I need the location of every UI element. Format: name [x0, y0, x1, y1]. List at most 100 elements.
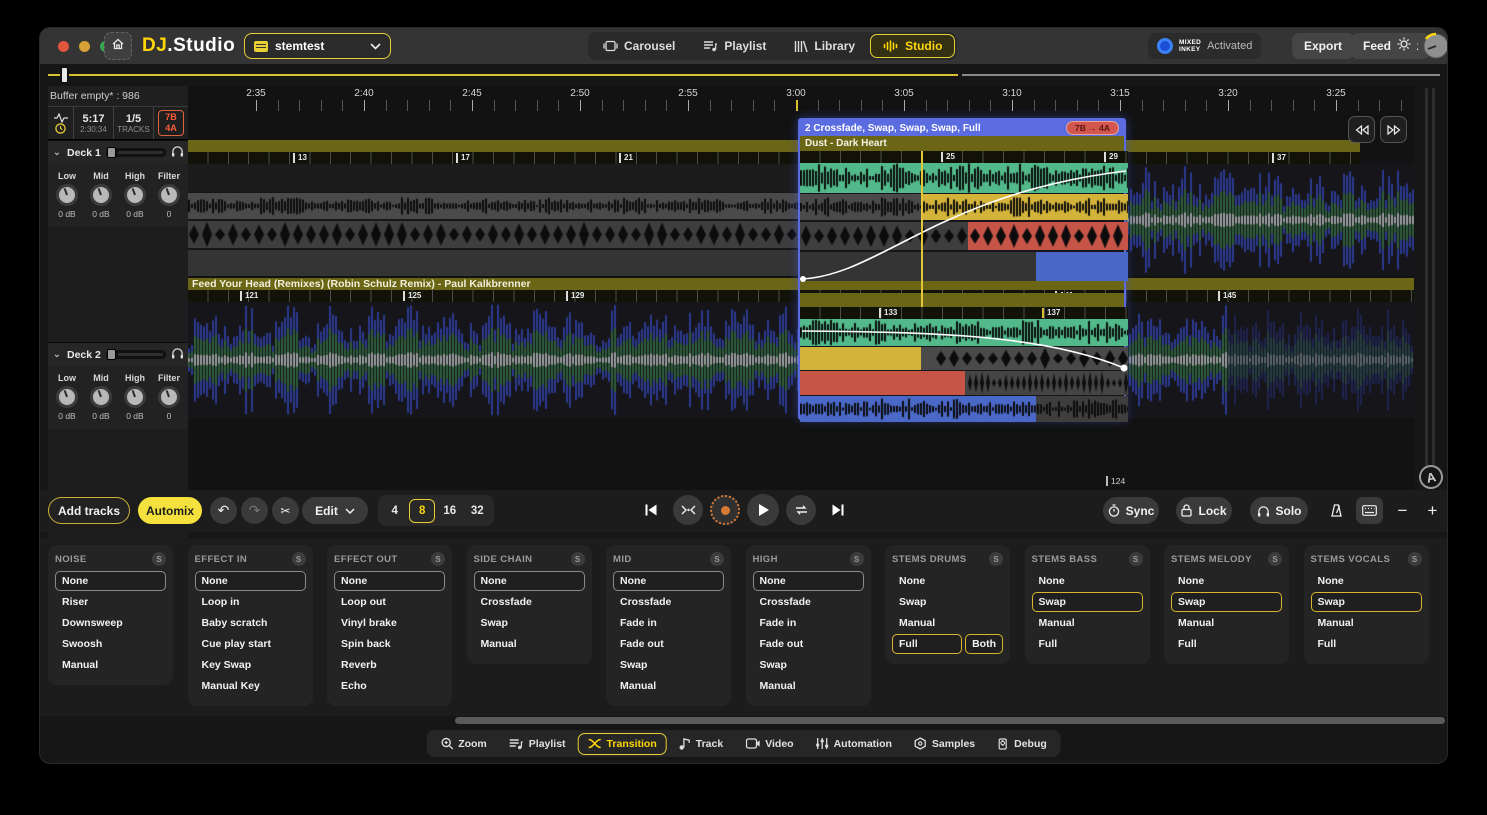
deck1-knob-mid[interactable]: Mid 0 dB: [90, 171, 112, 219]
deck2-knob-low[interactable]: Low 0 dB: [56, 373, 78, 421]
zoom-in-button[interactable]: +: [1419, 497, 1446, 524]
option-fade-out[interactable]: Fade out: [613, 634, 724, 654]
option-none[interactable]: None: [1171, 571, 1282, 591]
loop-button[interactable]: [786, 495, 816, 525]
mix-overview-strip[interactable]: [40, 64, 1447, 86]
filter-knob[interactable]: [158, 386, 180, 408]
option-echo[interactable]: Echo: [334, 676, 445, 696]
add-tracks-button[interactable]: Add tracks: [48, 497, 130, 524]
solo-badge[interactable]: S: [989, 552, 1003, 566]
option-swap[interactable]: Swap: [613, 655, 724, 675]
tab-studio[interactable]: Studio: [870, 34, 955, 58]
grid-size-8[interactable]: 8: [409, 499, 435, 523]
option-crossfade[interactable]: Crossfade: [474, 592, 585, 612]
option-none[interactable]: None: [334, 571, 445, 591]
deck1-header[interactable]: ⌄ Deck 1: [48, 140, 188, 164]
option-manual[interactable]: Manual: [1171, 613, 1282, 633]
option-loop-out[interactable]: Loop out: [334, 592, 445, 612]
headphones-icon[interactable]: [171, 144, 184, 162]
headphones-icon[interactable]: [171, 346, 184, 364]
option-swap[interactable]: Swap: [753, 655, 864, 675]
redo-button[interactable]: ↷: [241, 497, 268, 524]
mid-knob[interactable]: [90, 386, 112, 408]
overlay-stems-outgoing[interactable]: [800, 319, 1128, 422]
option-manual[interactable]: Manual: [55, 655, 166, 675]
sync-button[interactable]: Sync: [1103, 497, 1159, 524]
tab-playlist[interactable]: Playlist: [690, 34, 779, 58]
option-full[interactable]: Full: [892, 634, 962, 654]
solo-badge[interactable]: S: [431, 552, 445, 566]
deck2-header[interactable]: ⌄ Deck 2: [48, 342, 188, 366]
option-manual[interactable]: Manual: [1032, 613, 1143, 633]
bottom-tab-samples[interactable]: Samples: [904, 733, 985, 755]
metronome-button[interactable]: [1323, 497, 1350, 524]
bottom-tab-transition[interactable]: Transition: [578, 733, 667, 755]
solo-badge[interactable]: S: [1129, 552, 1143, 566]
deck2-volume-slider[interactable]: [106, 350, 166, 359]
option-none[interactable]: None: [892, 571, 1003, 591]
overlay-stems-incoming[interactable]: [800, 163, 1128, 293]
edit-dropdown[interactable]: Edit: [302, 497, 368, 524]
option-manual[interactable]: Manual: [1311, 613, 1422, 633]
transition-overlay[interactable]: 2 Crossfade, Swap, Swap, Swap, Full 7B →…: [798, 118, 1126, 420]
high-knob[interactable]: [124, 386, 146, 408]
grid-size-16[interactable]: 16: [437, 499, 463, 523]
solo-badge[interactable]: S: [571, 552, 585, 566]
option-loop-in[interactable]: Loop in: [195, 592, 306, 612]
low-knob[interactable]: [56, 386, 78, 408]
option-crossfade[interactable]: Crossfade: [613, 592, 724, 612]
option-reverb[interactable]: Reverb: [334, 655, 445, 675]
project-selector[interactable]: stemtest: [244, 33, 391, 59]
deck1-volume-slider[interactable]: [106, 148, 166, 157]
jump-to-playhead-button[interactable]: [673, 495, 703, 525]
option-full[interactable]: Full: [1171, 634, 1282, 654]
mixed-in-key-badge[interactable]: MIXEDINKEY Activated: [1148, 33, 1261, 59]
fast-forward-button[interactable]: [1380, 116, 1407, 143]
deck2-knob-mid[interactable]: Mid 0 dB: [90, 373, 112, 421]
option-both[interactable]: Both: [965, 634, 1003, 654]
solo-button[interactable]: Solo: [1250, 497, 1308, 524]
option-manual[interactable]: Manual: [474, 634, 585, 654]
solo-badge[interactable]: S: [152, 552, 166, 566]
solo-badge[interactable]: S: [292, 552, 306, 566]
traffic-close-button[interactable]: [58, 41, 69, 52]
play-button[interactable]: [747, 494, 779, 526]
deck1-knob-low[interactable]: Low 0 dB: [56, 171, 78, 219]
zoom-out-button[interactable]: −: [1389, 497, 1416, 524]
option-downsweep[interactable]: Downsweep: [55, 613, 166, 633]
high-knob[interactable]: [124, 184, 146, 206]
option-fade-in[interactable]: Fade in: [613, 613, 724, 633]
chevron-down-icon[interactable]: ⌄: [52, 349, 62, 360]
mid-knob[interactable]: [90, 184, 112, 206]
option-swoosh[interactable]: Swoosh: [55, 634, 166, 654]
option-swap[interactable]: Swap: [1032, 592, 1143, 612]
horizontal-scrollbar[interactable]: [455, 717, 1445, 724]
option-key-swap[interactable]: Key Swap: [195, 655, 306, 675]
option-manual-key[interactable]: Manual Key: [195, 676, 306, 696]
option-manual[interactable]: Manual: [892, 613, 1003, 633]
option-fade-out[interactable]: Fade out: [753, 634, 864, 654]
skip-end-button[interactable]: [823, 495, 853, 525]
undo-button[interactable]: ↶: [210, 497, 237, 524]
tab-carousel[interactable]: Carousel: [590, 34, 688, 58]
grid-size-4[interactable]: 4: [382, 499, 408, 523]
bottom-tab-debug[interactable]: Debug: [987, 733, 1057, 755]
grid-size-32[interactable]: 32: [464, 499, 490, 523]
overview-scrub-handle[interactable]: [60, 66, 69, 84]
low-knob[interactable]: [56, 184, 78, 206]
option-manual[interactable]: Manual: [753, 676, 864, 696]
vertical-scrollbar[interactable]: [1419, 88, 1441, 488]
option-none[interactable]: None: [474, 571, 585, 591]
master-volume-knob[interactable]: [1421, 31, 1447, 66]
option-riser[interactable]: Riser: [55, 592, 166, 612]
solo-badge[interactable]: S: [710, 552, 724, 566]
bottom-tab-track[interactable]: Track: [669, 733, 733, 755]
timeline-area[interactable]: 2:352:402:452:502:553:003:053:103:153:20…: [188, 86, 1414, 490]
option-none[interactable]: None: [613, 571, 724, 591]
settings-button[interactable]: [1391, 33, 1417, 59]
solo-badge[interactable]: S: [850, 552, 864, 566]
option-fade-in[interactable]: Fade in: [753, 613, 864, 633]
option-manual[interactable]: Manual: [613, 676, 724, 696]
option-swap[interactable]: Swap: [892, 592, 1003, 612]
traffic-minimize-button[interactable]: [79, 41, 90, 52]
